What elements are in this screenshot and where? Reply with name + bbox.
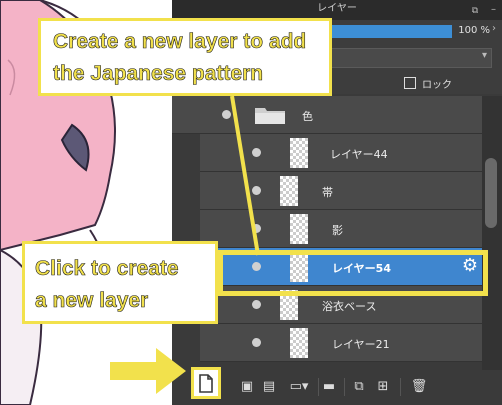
toolbar-divider <box>400 378 401 396</box>
scrollbar-track[interactable] <box>482 96 502 370</box>
new-layer-icon <box>199 374 213 393</box>
new-layer-1bit-icon[interactable]: ▤ <box>258 376 280 398</box>
visibility-eye-icon[interactable] <box>252 300 261 309</box>
duplicate-icon[interactable]: ⧉ <box>348 376 370 398</box>
visibility-eye-icon[interactable] <box>252 338 261 347</box>
add-layer-menu-icon[interactable]: ▭▾ <box>284 376 314 398</box>
callout-text-line2: a new layer <box>35 289 149 313</box>
lock-label: ロック <box>422 80 452 91</box>
layer-row[interactable]: レイヤー21 <box>172 324 482 362</box>
selected-layer-highlight <box>218 250 488 296</box>
layer-name: レイヤー44 <box>330 148 388 161</box>
layer-thumbnail <box>290 328 308 358</box>
new-layer-button[interactable] <box>191 367 221 399</box>
merge-icon[interactable]: ⊞ <box>372 376 394 398</box>
layer-row-folder[interactable]: 色 <box>172 96 482 134</box>
layer-name: 色 <box>302 110 313 123</box>
layer-indent <box>172 134 200 172</box>
chevron-down-icon: ▾ <box>481 50 487 61</box>
callout-text-line1: Create a new layer to add <box>53 30 307 54</box>
layer-name: 影 <box>332 224 343 237</box>
layer-row[interactable]: レイヤー44 <box>172 134 482 172</box>
opacity-value: 100 % <box>458 25 490 36</box>
minimize-icon[interactable]: – <box>491 1 496 19</box>
folder-icon[interactable]: ▬ <box>318 376 340 398</box>
delete-icon[interactable]: 🗑 <box>408 376 430 398</box>
layer-row[interactable]: 帯 <box>172 172 482 210</box>
arrow-right-icon <box>110 348 186 394</box>
layer-row[interactable]: 影 <box>172 210 482 248</box>
layer-thumbnail <box>280 176 298 206</box>
callout-click-new-layer: Click to create a new layer <box>22 241 218 324</box>
visibility-eye-icon[interactable] <box>252 148 261 157</box>
layer-list: 色 レイヤー44 帯 影 レイヤー54 ⚙ 浴衣ベース レイヤー21 <box>172 96 482 370</box>
chevron-right-icon[interactable]: › <box>492 23 502 34</box>
visibility-eye-icon[interactable] <box>252 224 261 233</box>
layer-indent <box>172 172 200 210</box>
visibility-eye-icon[interactable] <box>222 110 231 119</box>
panel-title: レイヤー <box>317 3 357 14</box>
layer-name: レイヤー21 <box>332 338 390 351</box>
panel-header: レイヤー ⧉ – <box>172 0 502 20</box>
callout-text-line1: Click to create <box>35 257 179 281</box>
layer-toolbar: ▣ ▤ ▭▾ ▬ ⧉ ⊞ 🗑 <box>172 370 502 405</box>
scrollbar-thumb[interactable] <box>485 158 497 228</box>
callout-text-line2: the Japanese pattern <box>53 62 264 86</box>
new-layer-8bit-icon[interactable]: ▣ <box>236 376 258 398</box>
layer-name: 帯 <box>322 186 333 199</box>
layer-thumbnail <box>290 214 308 244</box>
layer-name: 浴衣ベース <box>322 300 377 313</box>
visibility-eye-icon[interactable] <box>252 186 261 195</box>
folder-icon <box>255 108 285 124</box>
lock-checkbox[interactable] <box>404 77 416 89</box>
layer-thumbnail <box>290 138 308 168</box>
popout-icon[interactable]: ⧉ <box>470 2 480 16</box>
toolbar-divider <box>344 378 345 396</box>
callout-create-layer: Create a new layer to add the Japanese p… <box>38 18 332 96</box>
